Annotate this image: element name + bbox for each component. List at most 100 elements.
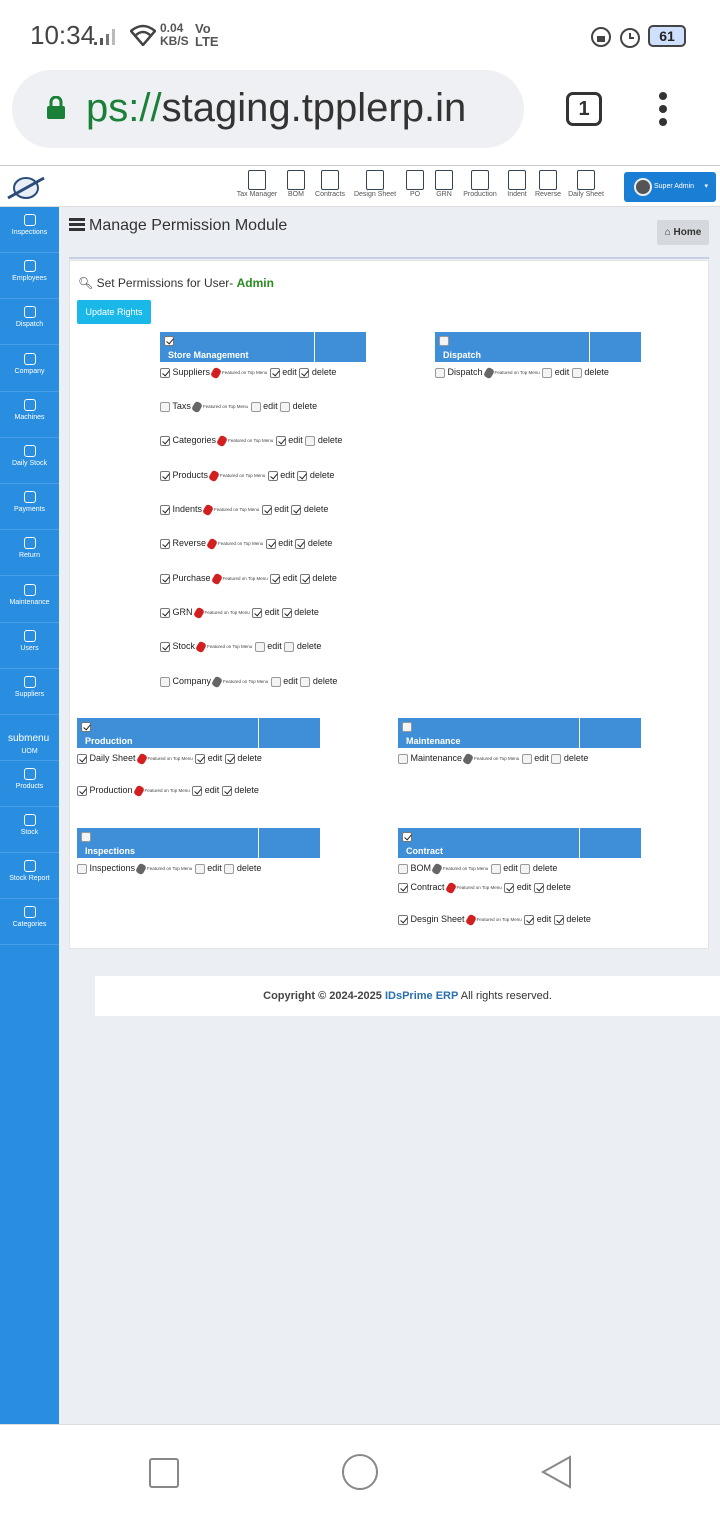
edit-checkbox[interactable] bbox=[254, 641, 265, 652]
tag-icon[interactable] bbox=[135, 752, 148, 765]
sidebar-item-return[interactable]: Return bbox=[0, 530, 59, 576]
sidebar-item-categories[interactable]: Categories bbox=[0, 899, 59, 945]
view-checkbox[interactable] bbox=[160, 367, 170, 378]
delete-checkbox[interactable] bbox=[224, 863, 235, 874]
tab-switcher-button[interactable]: 1 bbox=[566, 92, 602, 126]
tag-icon[interactable] bbox=[482, 366, 495, 379]
module-checkbox[interactable] bbox=[81, 722, 91, 732]
tag-icon[interactable] bbox=[208, 469, 221, 482]
module-checkbox[interactable] bbox=[164, 336, 174, 346]
delete-checkbox[interactable] bbox=[297, 470, 308, 481]
sidebar-item-products[interactable]: Products bbox=[0, 761, 59, 807]
module-checkbox[interactable] bbox=[402, 722, 412, 732]
sidebar-item-employees[interactable]: Employees bbox=[0, 253, 59, 299]
tag-icon[interactable] bbox=[216, 434, 229, 447]
sidebar-item-dispatch[interactable]: Dispatch bbox=[0, 299, 59, 345]
tag-icon[interactable] bbox=[211, 675, 224, 688]
url-text[interactable]: ps://staging.tpplerp.in bbox=[86, 86, 466, 131]
user-menu-button[interactable]: Super Admin ▾ bbox=[624, 172, 716, 202]
tag-icon[interactable] bbox=[464, 913, 477, 926]
delete-checkbox[interactable] bbox=[284, 641, 295, 652]
tag-icon[interactable] bbox=[444, 881, 457, 894]
module-checkbox[interactable] bbox=[81, 832, 91, 842]
delete-checkbox[interactable] bbox=[553, 914, 564, 925]
edit-checkbox[interactable] bbox=[261, 504, 272, 515]
back-button[interactable] bbox=[540, 1455, 572, 1489]
browser-menu-button[interactable] bbox=[656, 92, 670, 128]
view-checkbox[interactable] bbox=[160, 573, 170, 584]
view-checkbox[interactable] bbox=[435, 367, 445, 378]
edit-checkbox[interactable] bbox=[194, 863, 205, 874]
delete-checkbox[interactable] bbox=[533, 882, 544, 893]
edit-checkbox[interactable] bbox=[521, 753, 532, 764]
delete-checkbox[interactable] bbox=[299, 367, 310, 378]
view-checkbox[interactable] bbox=[77, 785, 87, 796]
tag-icon[interactable] bbox=[210, 366, 223, 379]
tag-icon[interactable] bbox=[132, 784, 145, 797]
tag-icon[interactable] bbox=[462, 752, 475, 765]
edit-checkbox[interactable] bbox=[267, 470, 278, 481]
address-bar[interactable]: ps://staging.tpplerp.in bbox=[12, 70, 524, 148]
edit-checkbox[interactable] bbox=[192, 785, 203, 796]
sidebar-item-suppliers[interactable]: Suppliers bbox=[0, 669, 59, 715]
tag-icon[interactable] bbox=[192, 606, 205, 619]
view-checkbox[interactable] bbox=[398, 914, 408, 925]
home-nav-button[interactable] bbox=[342, 1454, 378, 1490]
delete-checkbox[interactable] bbox=[299, 573, 310, 584]
view-checkbox[interactable] bbox=[160, 401, 170, 412]
tag-icon[interactable] bbox=[195, 640, 207, 653]
edit-checkbox[interactable] bbox=[250, 401, 261, 412]
tag-icon[interactable] bbox=[210, 572, 223, 585]
edit-checkbox[interactable] bbox=[275, 435, 286, 446]
sidebar-item-stock[interactable]: Stock bbox=[0, 807, 59, 853]
tag-icon[interactable] bbox=[202, 503, 215, 516]
delete-checkbox[interactable] bbox=[305, 435, 316, 446]
sidebar-item-users[interactable]: Users bbox=[0, 623, 59, 669]
view-checkbox[interactable] bbox=[160, 607, 170, 618]
recents-button[interactable] bbox=[149, 1458, 179, 1488]
edit-checkbox[interactable] bbox=[542, 367, 553, 378]
delete-checkbox[interactable] bbox=[281, 607, 292, 618]
delete-checkbox[interactable] bbox=[571, 367, 582, 378]
update-rights-button[interactable]: Update Rights bbox=[77, 300, 151, 324]
view-checkbox[interactable] bbox=[160, 435, 170, 446]
home-button[interactable]: ⌂ Home bbox=[657, 220, 709, 245]
sidebar-item-company[interactable]: Company bbox=[0, 346, 59, 392]
sidebar-item-uom[interactable]: submenu UOM bbox=[0, 715, 59, 761]
view-checkbox[interactable] bbox=[160, 470, 170, 481]
view-checkbox[interactable] bbox=[160, 676, 170, 687]
edit-checkbox[interactable] bbox=[195, 753, 206, 764]
delete-checkbox[interactable] bbox=[520, 863, 531, 874]
view-checkbox[interactable] bbox=[160, 641, 170, 652]
module-checkbox[interactable] bbox=[439, 336, 449, 346]
tag-icon[interactable] bbox=[431, 862, 443, 875]
tag-icon[interactable] bbox=[206, 537, 218, 550]
view-checkbox[interactable] bbox=[398, 753, 408, 764]
edit-checkbox[interactable] bbox=[252, 607, 263, 618]
delete-checkbox[interactable] bbox=[280, 401, 291, 412]
sidebar-item-payments[interactable]: Payments bbox=[0, 484, 59, 530]
delete-checkbox[interactable] bbox=[300, 676, 311, 687]
tag-icon[interactable] bbox=[135, 862, 148, 875]
edit-checkbox[interactable] bbox=[270, 676, 281, 687]
sidebar-item-stock-report[interactable]: Stock Report bbox=[0, 853, 59, 899]
edit-checkbox[interactable] bbox=[270, 573, 281, 584]
view-checkbox[interactable] bbox=[77, 753, 87, 764]
edit-checkbox[interactable] bbox=[490, 863, 501, 874]
delete-checkbox[interactable] bbox=[224, 753, 235, 764]
delete-checkbox[interactable] bbox=[221, 785, 232, 796]
toolbar-daily-sheet-button[interactable]: Daily Sheet bbox=[561, 170, 611, 198]
tag-icon[interactable] bbox=[190, 400, 203, 413]
delete-checkbox[interactable] bbox=[551, 753, 562, 764]
sidebar-item-daily-stock[interactable]: Daily Stock bbox=[0, 438, 59, 484]
view-checkbox[interactable] bbox=[77, 863, 87, 874]
module-checkbox[interactable] bbox=[402, 832, 412, 842]
view-checkbox[interactable] bbox=[160, 538, 170, 549]
delete-checkbox[interactable] bbox=[291, 504, 302, 515]
edit-checkbox[interactable] bbox=[269, 367, 280, 378]
sidebar-item-maintenance[interactable]: Maintenance bbox=[0, 577, 59, 623]
edit-checkbox[interactable] bbox=[504, 882, 515, 893]
sidebar-item-machines[interactable]: Machines bbox=[0, 392, 59, 438]
sidebar-item-inspections[interactable]: Inspections bbox=[0, 207, 59, 253]
edit-checkbox[interactable] bbox=[265, 538, 276, 549]
